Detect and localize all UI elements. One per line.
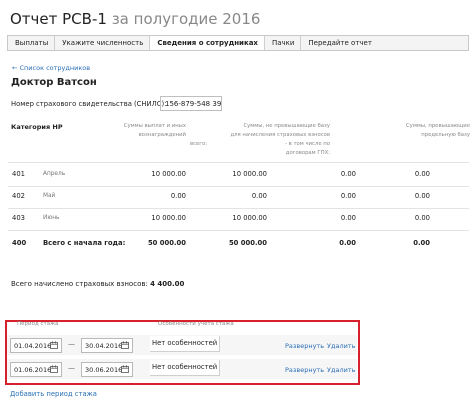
expand-link[interactable]: Развернуть bbox=[285, 366, 324, 374]
step-employee-info[interactable]: Сведения о сотрудниках bbox=[150, 36, 265, 50]
expand-link[interactable]: Развернуть bbox=[285, 342, 324, 350]
period-to-input[interactable]: 30.06.2016 bbox=[81, 362, 133, 377]
page-title: Отчет РСВ-1 за полугодие 2016 bbox=[10, 10, 260, 28]
step-batches[interactable]: Пачки bbox=[265, 36, 302, 50]
period-feature-select[interactable]: Нет особенностей bbox=[150, 360, 220, 376]
add-period-link[interactable]: Добавить период стажа bbox=[10, 390, 97, 398]
table-row: 402 Май 0.00 0.00 0.00 0.00 bbox=[12, 192, 430, 200]
wizard-steps: Выплаты Укажите численность Сведения о с… bbox=[7, 35, 469, 51]
table-divider bbox=[8, 208, 469, 209]
report-title: Отчет РСВ-1 bbox=[10, 10, 107, 28]
period-feature-select[interactable]: Нет особенностей bbox=[150, 336, 220, 352]
step-payments[interactable]: Выплаты bbox=[8, 36, 56, 50]
period-header: Период стажа bbox=[17, 321, 59, 327]
table-row: 401 Апрель 10 000.00 10 000.00 0.00 0.00 bbox=[12, 170, 430, 178]
back-to-employees-link[interactable]: ← Список сотрудников bbox=[12, 64, 90, 72]
date-range-dash: — bbox=[68, 364, 75, 372]
calendar-icon[interactable] bbox=[121, 341, 129, 349]
period-from-input[interactable]: 01.06.2016 bbox=[10, 362, 62, 377]
table-divider bbox=[8, 186, 469, 187]
col-excess-header: Суммы, превышающие предельную базу bbox=[405, 123, 470, 138]
category-header: Категория НР bbox=[11, 123, 63, 131]
delete-link[interactable]: Удалить bbox=[327, 342, 355, 350]
step-submit[interactable]: Передайте отчет bbox=[301, 36, 378, 50]
table-total-row: 400 Всего с начала года: 50 000.00 50 00… bbox=[12, 239, 430, 247]
calendar-icon[interactable] bbox=[50, 365, 58, 373]
step-headcount[interactable]: Укажите численность bbox=[55, 36, 151, 50]
snils-input[interactable]: 156-879-548 39 bbox=[160, 96, 222, 111]
calendar-icon[interactable] bbox=[50, 341, 58, 349]
calendar-icon[interactable] bbox=[121, 365, 129, 373]
snils-label: Номер страхового свидетельства (СНИЛС): bbox=[11, 100, 167, 108]
table-divider bbox=[8, 230, 469, 231]
employee-name: Доктор Ватсон bbox=[11, 77, 97, 88]
date-range-dash: — bbox=[68, 340, 75, 348]
features-header: Особенности учета стажа bbox=[158, 321, 234, 327]
col-base-header: Суммы, не превышающие базу для начислени… bbox=[190, 123, 330, 156]
report-period: за полугодие 2016 bbox=[111, 10, 261, 28]
col-payments-header: Суммы выплат и иных вознаграждений bbox=[123, 123, 186, 138]
total-accrued: Всего начислено страховых взносов: 4 400… bbox=[11, 280, 185, 288]
delete-link[interactable]: Удалить bbox=[327, 366, 355, 374]
period-from-input[interactable]: 01.04.2016 bbox=[10, 338, 62, 353]
period-to-input[interactable]: 30.04.2016 bbox=[81, 338, 133, 353]
table-row: 403 Июнь 10 000.00 10 000.00 0.00 0.00 bbox=[12, 214, 430, 222]
table-divider bbox=[8, 162, 469, 163]
